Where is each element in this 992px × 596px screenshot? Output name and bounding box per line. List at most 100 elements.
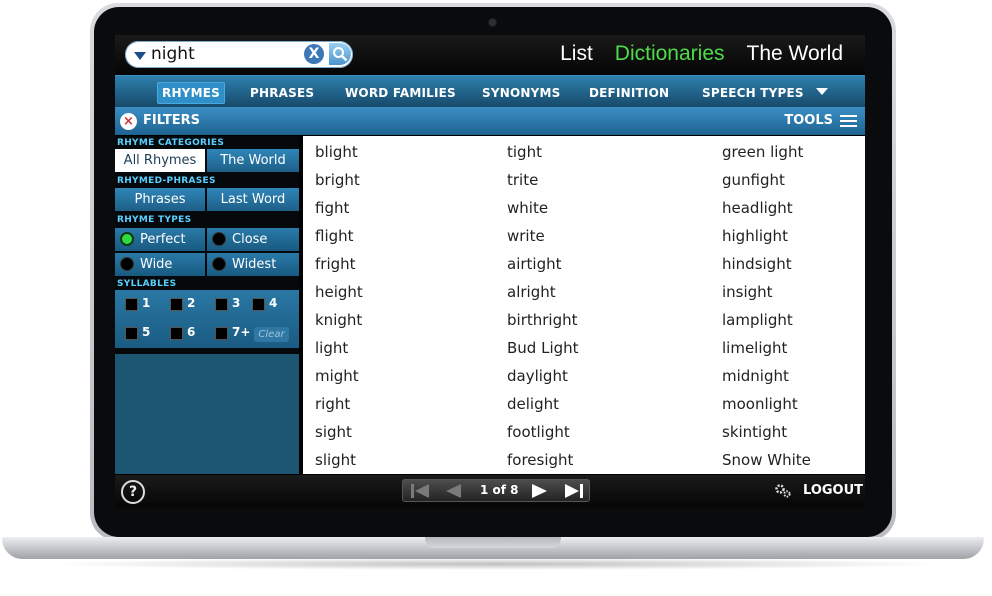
result-word[interactable]: moonlight — [722, 395, 811, 423]
tab-synonyms[interactable]: SYNONYMS — [482, 82, 561, 104]
syllable-6-checkbox[interactable] — [170, 327, 183, 340]
result-word[interactable]: airtight — [507, 255, 579, 283]
top-bar: X List Dictionaries The World — [115, 35, 865, 75]
result-word[interactable]: skintight — [722, 423, 811, 451]
phrases-button[interactable]: Phrases — [115, 188, 205, 211]
search-icon — [333, 47, 348, 62]
syllables-panel: 1 2 3 4 5 6 7+ Clear — [115, 290, 299, 348]
radio-icon — [212, 257, 226, 271]
result-word[interactable]: flight — [315, 227, 363, 255]
close-radio[interactable]: Close — [207, 228, 299, 251]
result-word[interactable]: write — [507, 227, 579, 255]
result-word[interactable]: lamplight — [722, 311, 811, 339]
wide-label: Wide — [140, 257, 173, 272]
syllable-5-checkbox[interactable] — [125, 327, 138, 340]
last-page-icon[interactable] — [563, 483, 585, 499]
result-word[interactable]: green light — [722, 143, 811, 171]
radio-icon — [212, 232, 226, 246]
result-word[interactable]: delight — [507, 395, 579, 423]
laptop-notch — [425, 537, 561, 548]
result-word[interactable]: trite — [507, 171, 579, 199]
result-word[interactable]: hindsight — [722, 255, 811, 283]
filter-sidebar: RHYME CATEGORIES All Rhymes The World RH… — [115, 136, 299, 474]
last-word-button[interactable]: Last Word — [207, 188, 299, 211]
clear-syllables-button[interactable]: Clear — [254, 327, 289, 342]
result-word[interactable]: limelight — [722, 339, 811, 367]
syllable-6-label: 6 — [187, 325, 196, 339]
the-world-button[interactable]: The World — [207, 149, 299, 172]
footer-bar: ? 1 of 8 LOGOUT — [115, 475, 865, 507]
search-input[interactable] — [151, 44, 301, 64]
clear-search-icon[interactable]: X — [304, 44, 324, 64]
wide-radio[interactable]: Wide — [115, 253, 205, 276]
perfect-radio[interactable]: Perfect — [115, 228, 205, 251]
tab-word-families[interactable]: WORD FAMILIES — [345, 82, 456, 104]
result-word[interactable]: daylight — [507, 367, 579, 395]
results-column-1: blight bright fight flight fright height… — [315, 143, 363, 479]
result-word[interactable]: alright — [507, 283, 579, 311]
next-page-icon[interactable] — [530, 483, 550, 499]
chevron-down-icon — [815, 88, 828, 95]
result-word[interactable]: midnight — [722, 367, 811, 395]
syllable-7plus-checkbox[interactable] — [215, 327, 228, 340]
page-indicator: 1 of 8 — [480, 483, 519, 497]
search-dropdown-icon[interactable] — [134, 52, 146, 60]
result-word[interactable]: gunfight — [722, 171, 811, 199]
result-word[interactable]: headlight — [722, 199, 811, 227]
result-word[interactable]: highlight — [722, 227, 811, 255]
tools-label[interactable]: TOOLS — [784, 113, 833, 128]
widest-label: Widest — [232, 257, 277, 272]
perfect-label: Perfect — [140, 232, 186, 247]
syllable-2-label: 2 — [187, 296, 196, 310]
tab-phrases[interactable]: PHRASES — [250, 82, 314, 104]
all-rhymes-button[interactable]: All Rhymes — [115, 149, 205, 172]
result-word[interactable]: knight — [315, 311, 363, 339]
result-word[interactable]: birthright — [507, 311, 579, 339]
radio-selected-icon — [120, 232, 134, 246]
syllable-4-checkbox[interactable] — [252, 298, 265, 311]
results-column-2: tight trite white write airtight alright… — [507, 143, 579, 479]
result-word[interactable]: bright — [315, 171, 363, 199]
help-icon[interactable]: ? — [121, 480, 145, 504]
tab-speech-types-label: SPEECH TYPES — [702, 86, 804, 100]
settings-gear-icon[interactable] — [774, 483, 792, 499]
menu-icon[interactable] — [840, 115, 857, 128]
result-word[interactable]: tight — [507, 143, 579, 171]
result-word[interactable]: fight — [315, 199, 363, 227]
result-word[interactable]: white — [507, 199, 579, 227]
nav-the-world[interactable]: The World — [747, 42, 843, 66]
tab-speech-types[interactable]: SPEECH TYPES — [702, 82, 828, 104]
syllable-1-checkbox[interactable] — [125, 298, 138, 311]
result-word[interactable]: light — [315, 339, 363, 367]
result-word[interactable]: fright — [315, 255, 363, 283]
nav-dictionaries[interactable]: Dictionaries — [615, 42, 725, 66]
syllable-5-label: 5 — [142, 325, 151, 339]
widest-radio[interactable]: Widest — [207, 253, 299, 276]
result-word[interactable]: insight — [722, 283, 811, 311]
result-word[interactable]: footlight — [507, 423, 579, 451]
result-word[interactable]: Bud Light — [507, 339, 579, 367]
result-word[interactable]: blight — [315, 143, 363, 171]
pagination: 1 of 8 — [402, 479, 590, 502]
previous-page-icon[interactable] — [443, 483, 463, 499]
result-word[interactable]: might — [315, 367, 363, 395]
close-filters-icon[interactable]: × — [120, 113, 137, 130]
result-word[interactable]: sight — [315, 423, 363, 451]
syllable-3-label: 3 — [232, 296, 241, 310]
tab-definition[interactable]: DEFINITION — [589, 82, 669, 104]
search-button[interactable] — [329, 43, 351, 65]
results-column-3: green light gunfight headlight highlight… — [722, 143, 811, 479]
syllable-3-checkbox[interactable] — [215, 298, 228, 311]
filters-label[interactable]: FILTERS — [143, 113, 200, 128]
syllable-2-checkbox[interactable] — [170, 298, 183, 311]
logout-button[interactable]: LOGOUT — [803, 483, 863, 498]
nav-list[interactable]: List — [560, 42, 593, 66]
tab-bar: RHYMES PHRASES WORD FAMILIES SYNONYMS DE… — [115, 75, 865, 107]
tab-rhymes[interactable]: RHYMES — [157, 82, 225, 104]
result-word[interactable]: right — [315, 395, 363, 423]
filter-bar: × FILTERS TOOLS — [115, 107, 865, 135]
section-rhyme-categories: RHYME CATEGORIES — [117, 138, 225, 148]
syllable-1-label: 1 — [142, 296, 151, 310]
result-word[interactable]: height — [315, 283, 363, 311]
first-page-icon[interactable] — [409, 483, 431, 499]
